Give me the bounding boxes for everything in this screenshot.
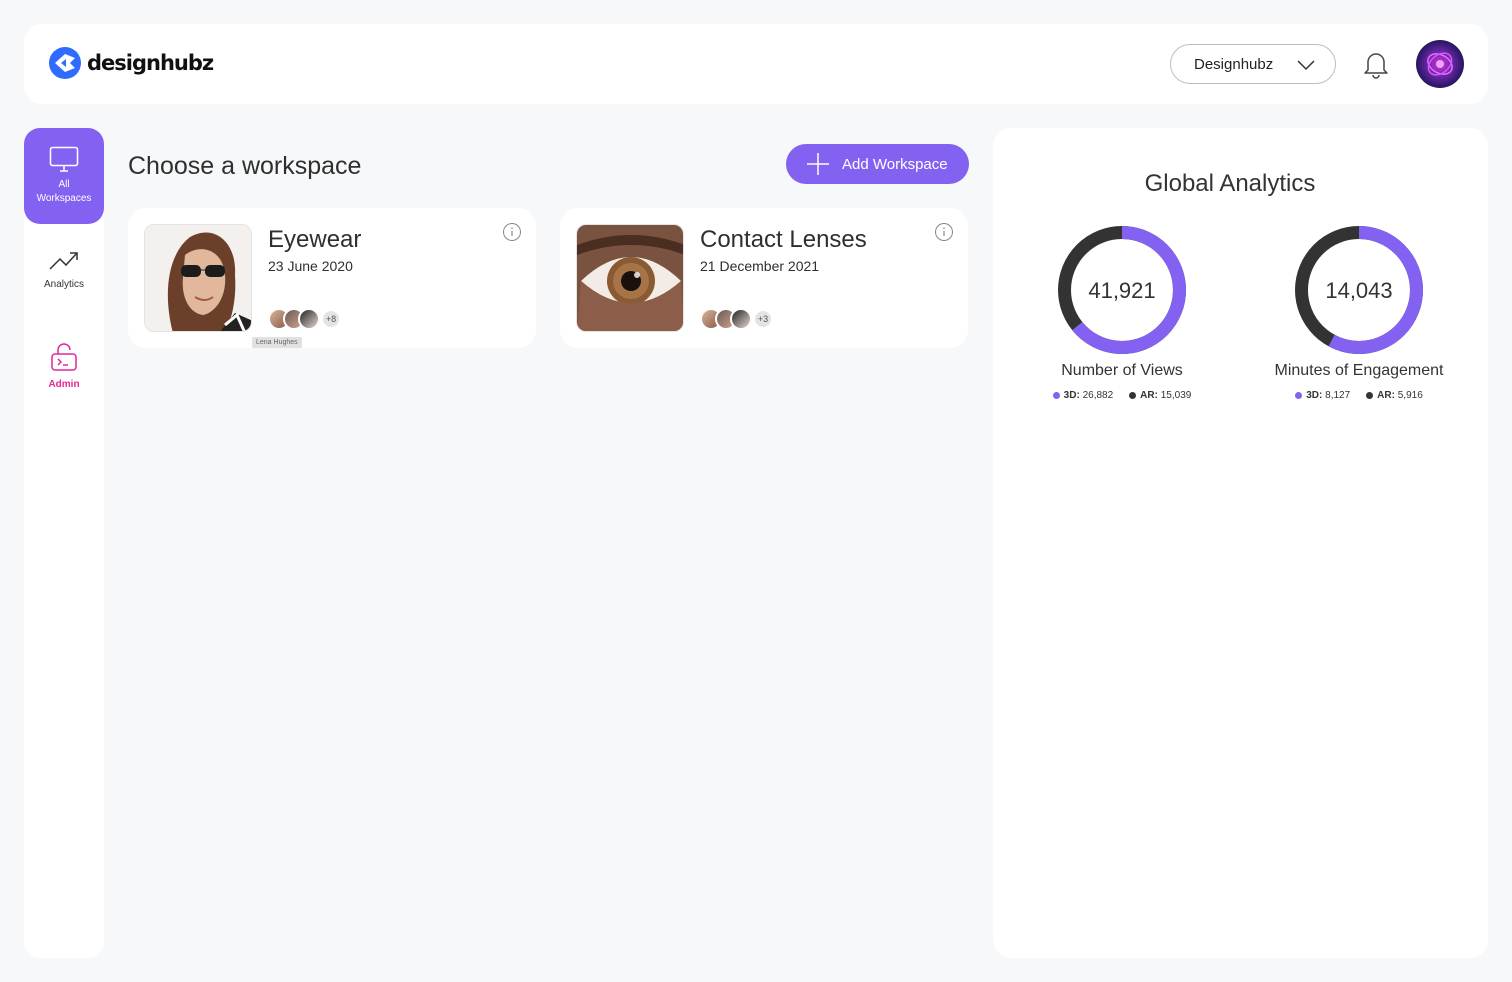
legend-item-ar: AR: 15,039 [1129,390,1191,401]
workspace-dropdown-value: Designhubz [1194,55,1274,73]
chevron-down-icon [1297,60,1315,71]
sidebar-item-all-workspaces[interactable]: All Workspaces [24,128,104,224]
add-workspace-button[interactable]: Add Workspace [786,144,969,184]
chart-label: Number of Views [1061,362,1183,379]
legend-item-3d: 3D: 26,882 [1052,390,1113,401]
plus-icon [807,153,829,175]
member-avatar [298,308,320,330]
workspace-date: 21 December 2021 [700,258,820,274]
member-avatars[interactable]: +3 [700,308,773,330]
user-avatar[interactable] [1416,40,1464,88]
page-title: Choose a workspace [128,152,362,180]
sidebar-item-label: Analytics [43,279,84,290]
views-donut-chart: 41,921 [1058,226,1186,354]
bell-icon[interactable] [1362,49,1390,79]
legend-item-ar: AR: 5,916 [1366,390,1423,401]
top-bar: designhubz Designhubz [24,24,1488,104]
sidebar: All Workspaces Analytics Admin [24,128,104,958]
chart-legend: 3D: 26,882 AR: 15,039 [1022,390,1222,401]
brand-name: designhubz [87,51,214,75]
member-avatars[interactable]: +8 [268,308,341,330]
info-icon[interactable] [502,222,522,242]
add-workspace-label: Add Workspace [842,155,948,173]
contact-lens-eye-image [577,225,683,331]
global-analytics-panel: Global Analytics 41,921 Number of Views … [993,128,1488,958]
more-members-count: +3 [753,309,773,329]
donut-total: 14,043 [1325,278,1392,303]
engagement-chart: 14,043 Minutes of Engagement 3D: 8,127 A… [1259,224,1459,401]
workspace-title: Eyewear [268,226,362,253]
engagement-donut-chart: 14,043 [1295,226,1423,354]
workspace-thumbnail [144,224,252,332]
donut-total: 41,921 [1088,278,1155,303]
workspace-title: Contact Lenses [700,226,867,253]
sidebar-item-admin[interactable]: Admin [24,342,104,392]
sidebar-item-label: Admin [48,379,80,390]
unlock-terminal-icon [51,343,77,371]
avatar-art-icon [1427,52,1453,76]
chart-label: Minutes of Engagement [1274,362,1444,379]
member-avatar [730,308,752,330]
legend-item-3d: 3D: 8,127 [1295,390,1350,401]
workspace-date: 23 June 2020 [268,258,353,274]
eyewear-model-image [145,225,251,331]
views-chart: 41,921 Number of Views 3D: 26,882 AR: 15… [1022,224,1222,401]
sidebar-item-label: Workspaces [36,193,92,204]
info-icon[interactable] [934,222,954,242]
sidebar-item-analytics[interactable]: Analytics [24,248,104,292]
workspace-dropdown[interactable]: Designhubz [1170,44,1336,84]
workspace-card-contact-lenses[interactable]: Contact Lenses 21 December 2021 +3 [560,208,968,348]
monitor-icon [49,146,79,172]
trending-up-icon [49,252,78,270]
member-tooltip: Lena Hughes [252,337,302,348]
more-members-count: +8 [321,309,341,329]
workspace-thumbnail [576,224,684,332]
designhubz-logo-icon [49,47,81,79]
brand-logo[interactable]: designhubz [48,46,214,80]
workspace-card-eyewear[interactable]: Eyewear 23 June 2020 +8 Lena Hughes [128,208,536,348]
chart-legend: 3D: 8,127 AR: 5,916 [1259,390,1459,401]
analytics-title: Global Analytics [1144,170,1316,197]
sidebar-item-label: All [58,179,70,190]
